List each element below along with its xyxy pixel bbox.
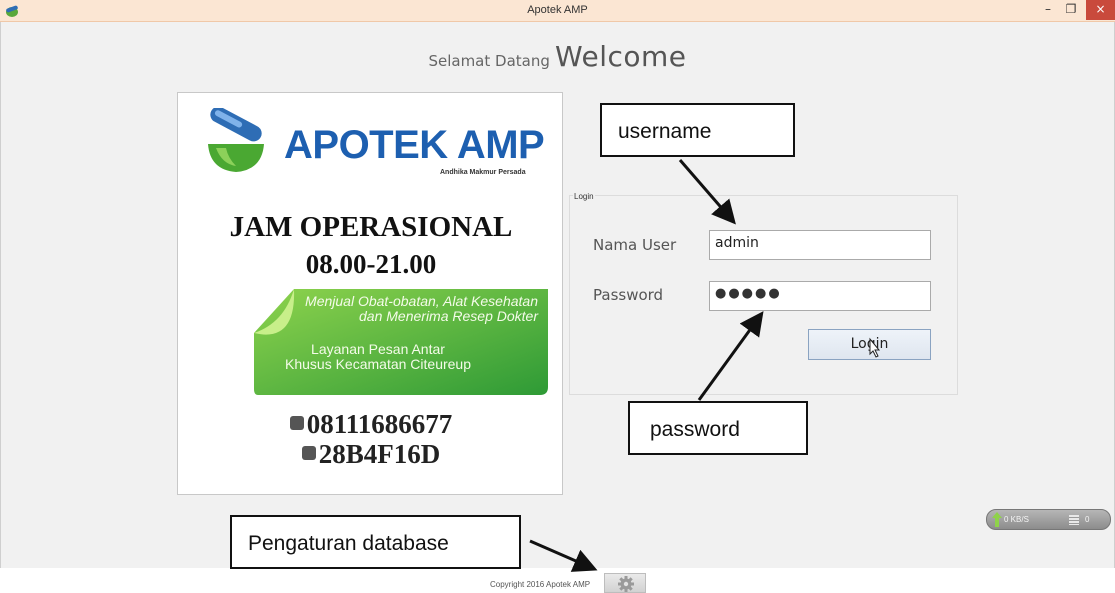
network-speed: 0 KB/S [1004, 515, 1029, 524]
brand-subtitle: Andhika Makmur Persada [440, 169, 526, 176]
contact-pin: 28B4F16D [178, 439, 562, 470]
banner-delivery: Layanan Pesan Antar Khusus Kecamatan Cit… [248, 342, 508, 372]
gear-icon [618, 576, 634, 592]
maximize-button[interactable]: ❐ [1060, 0, 1082, 20]
brand-word: APOTEK [284, 123, 448, 167]
username-label: Nama User [593, 236, 677, 254]
pin-number: 28B4F16D [318, 439, 441, 469]
heading-welcome: Welcome [554, 40, 687, 73]
page-heading: Selamat Datang Welcome [0, 40, 1115, 73]
bbm-icon [301, 446, 316, 460]
banner-services: Menjual Obat-obatan, Alat Kesehatan dan … [258, 294, 538, 324]
window-title: Apotek AMP [527, 4, 588, 16]
mortar-pestle-logo-icon [208, 108, 264, 172]
hours-title: JAM OPERASIONAL [229, 211, 513, 243]
copyright-text: Copyright 2016 Apotek AMP [490, 580, 591, 589]
heading-greeting: Selamat Datang [428, 52, 550, 70]
banner-line-3: Layanan Pesan Antar [311, 341, 445, 357]
login-legend: Login [573, 192, 595, 201]
password-label: Password [593, 286, 664, 304]
phone-number: 08111686677 [306, 409, 453, 439]
hours-time: 08.00-21.00 [305, 249, 437, 279]
login-button[interactable]: Login [808, 329, 931, 360]
banner-line-1: Menjual Obat-obatan, Alat Kesehatan [305, 293, 538, 309]
close-button[interactable]: × [1086, 0, 1115, 20]
contact-phone: 08111686677 [178, 409, 562, 440]
banner-line-4: Khusus Kecamatan Citeureup [285, 356, 471, 372]
brand-accent: AMP [456, 123, 545, 167]
connections-icon [1069, 515, 1079, 525]
banner-line-2: dan Menerima Resep Dokter [359, 308, 538, 324]
connection-count: 0 [1085, 515, 1090, 524]
username-input[interactable]: admin [709, 230, 931, 260]
password-input[interactable]: ●●●●● [709, 281, 931, 311]
database-callout: Pengaturan database [230, 515, 521, 569]
password-callout: password [628, 401, 808, 455]
pharmacy-poster: APOTEK AMP Andhika Makmur Persada JAM OP… [177, 92, 563, 495]
title-bar: Apotek AMP – ❐ × [0, 0, 1115, 22]
username-callout: username [600, 103, 795, 157]
upload-arrow-icon [992, 512, 1002, 527]
database-settings-button[interactable] [604, 573, 646, 593]
minimize-button[interactable]: – [1037, 0, 1059, 20]
brand-name: APOTEK AMP [284, 123, 545, 168]
phone-icon [289, 416, 304, 430]
network-status-pill: 0 KB/S 0 [986, 509, 1111, 530]
